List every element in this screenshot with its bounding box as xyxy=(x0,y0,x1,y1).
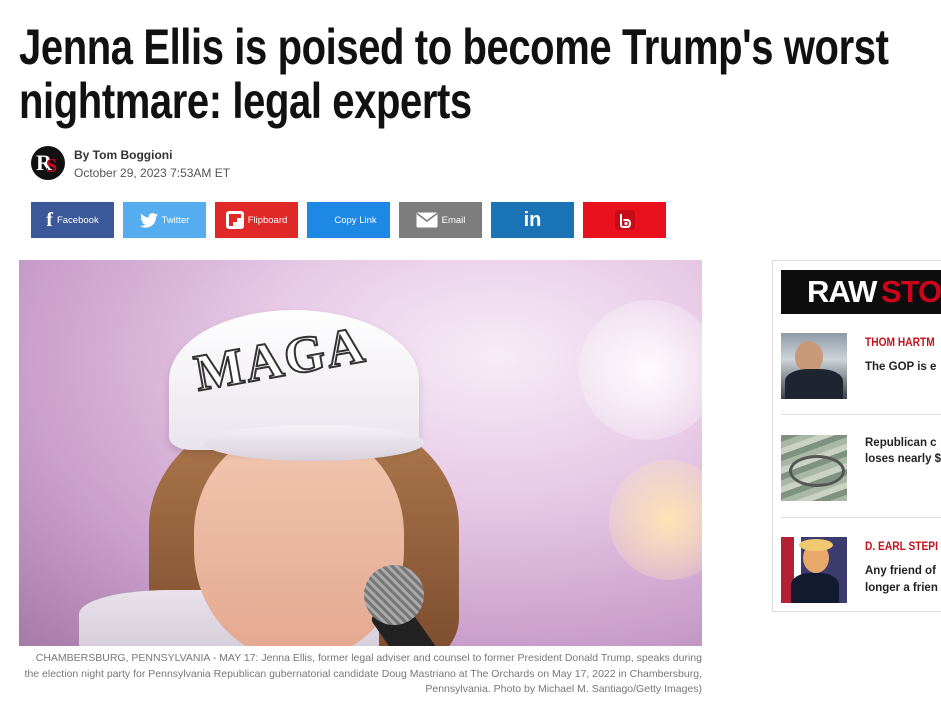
rawstory-logo[interactable]: RAW STO xyxy=(781,270,941,314)
sidebar-story-3[interactable]: D. EARL STEPI Any friend of longer a fri… xyxy=(781,537,941,607)
facebook-icon: f xyxy=(46,208,53,231)
email-icon xyxy=(416,212,438,228)
share-email-button[interactable]: Email xyxy=(399,202,482,238)
twitter-icon xyxy=(139,212,158,228)
sidebar-story-1[interactable]: THOM HARTM The GOP is e xyxy=(781,333,941,403)
share-twitter-button[interactable]: Twitter xyxy=(123,202,206,238)
share-copy-link-label: Copy Link xyxy=(334,214,377,226)
site-logo-icon[interactable]: RS xyxy=(31,146,65,180)
article-headline: Jenna Ellis is poised to become Trump's … xyxy=(19,19,889,129)
author-name[interactable]: By Tom Boggioni xyxy=(74,148,172,162)
share-bluesky-button[interactable] xyxy=(583,202,666,238)
share-flipboard-button[interactable]: Flipboard xyxy=(215,202,298,238)
share-linkedin-button[interactable]: in xyxy=(491,202,574,238)
story-title-line2[interactable]: loses nearly $ xyxy=(865,451,941,468)
story-thumbnail[interactable] xyxy=(781,333,847,399)
sidebar-story-2[interactable]: Republican c loses nearly $ xyxy=(781,435,941,505)
story-title-line1[interactable]: Any friend of xyxy=(865,563,936,580)
share-facebook-label: Facebook xyxy=(56,214,99,226)
hero-image: MAGA xyxy=(19,260,702,646)
story-thumbnail[interactable] xyxy=(781,435,847,501)
image-caption: CHAMBERSBURG, PENNSYLVANIA - MAY 17: Jen… xyxy=(24,652,702,695)
share-flipboard-label: Flipboard xyxy=(247,214,288,226)
bluesky-icon xyxy=(614,209,636,231)
sidebar-widget: RAW STO THOM HARTM The GOP is e Republic… xyxy=(772,260,941,612)
story-author[interactable]: D. EARL STEPI xyxy=(865,539,938,553)
story-title-line2[interactable]: longer a frien xyxy=(865,580,938,597)
share-copy-link-button[interactable]: Copy Link xyxy=(307,202,390,238)
share-twitter-label: Twitter xyxy=(161,214,190,226)
story-title-line1[interactable]: Republican c xyxy=(865,435,937,452)
publish-date: October 29, 2023 7:53AM ET xyxy=(74,166,231,180)
share-email-label: Email xyxy=(441,214,466,226)
linkedin-icon: in xyxy=(523,208,542,231)
story-thumbnail[interactable] xyxy=(781,537,847,603)
story-title[interactable]: The GOP is e xyxy=(865,359,936,376)
story-author[interactable]: THOM HARTM xyxy=(865,335,935,349)
flipboard-icon xyxy=(225,211,244,229)
share-facebook-button[interactable]: f Facebook xyxy=(31,202,114,238)
microphone-icon xyxy=(364,565,424,625)
